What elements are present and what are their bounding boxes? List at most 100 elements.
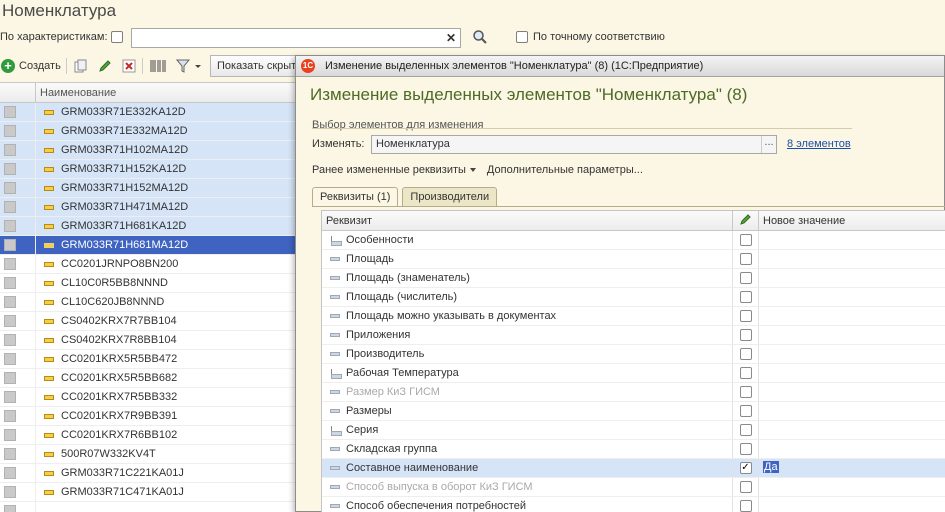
- copy-icon[interactable]: [73, 58, 89, 74]
- attribute-checkbox[interactable]: [739, 348, 752, 360]
- row-marker: [0, 349, 36, 369]
- new-value-cell[interactable]: [759, 345, 945, 363]
- attribute-row[interactable]: Размеры: [322, 402, 945, 421]
- elements-count-link[interactable]: 8 элементов: [787, 138, 851, 150]
- filter-checkbox[interactable]: [111, 31, 123, 43]
- list-row[interactable]: CS0402KRX7R8BB104: [0, 330, 300, 350]
- attribute-checkbox[interactable]: [739, 386, 752, 398]
- new-value-cell[interactable]: [759, 383, 945, 401]
- attribute-icon: [330, 295, 340, 299]
- new-value-cell[interactable]: [759, 440, 945, 458]
- new-value-cell[interactable]: [759, 231, 945, 249]
- show-hidden-button[interactable]: Показать скрыт: [210, 55, 300, 77]
- attribute-row[interactable]: Серия: [322, 421, 945, 440]
- list-header-name[interactable]: Наименование: [36, 83, 120, 102]
- new-value-cell[interactable]: Да: [759, 459, 945, 477]
- list-row[interactable]: [0, 501, 300, 512]
- filter-input[interactable]: ✕: [131, 28, 461, 48]
- item-icon: [44, 451, 54, 457]
- edit-column-header[interactable]: [733, 211, 759, 230]
- list-row[interactable]: GRM033R71E332KA12D: [0, 102, 300, 122]
- clear-icon[interactable]: ✕: [444, 31, 458, 45]
- filter-icon[interactable]: [175, 58, 203, 74]
- attribute-checkbox[interactable]: [739, 291, 752, 303]
- list-row[interactable]: GRM033R71H152KA12D: [0, 159, 300, 179]
- list-row[interactable]: CC0201KRX5R5BB682: [0, 368, 300, 388]
- choose-button[interactable]: ...: [761, 136, 776, 153]
- barcode-icon[interactable]: [150, 58, 166, 74]
- new-value-cell[interactable]: [759, 421, 945, 439]
- list-row[interactable]: GRM033R71E332MA12D: [0, 121, 300, 141]
- attribute-checkbox[interactable]: [739, 424, 752, 436]
- new-value-cell[interactable]: [759, 326, 945, 344]
- attribute-row[interactable]: Составное наименование ✓ Да: [322, 459, 945, 478]
- attribute-row[interactable]: Производитель: [322, 345, 945, 364]
- list-row[interactable]: CC0201JRNPO8BN200: [0, 254, 300, 274]
- attribute-checkbox[interactable]: ✓: [739, 462, 752, 474]
- attribute-row[interactable]: Размер КиЗ ГИСМ: [322, 383, 945, 402]
- new-value-column-header[interactable]: Новое значение: [759, 211, 945, 230]
- attribute-row[interactable]: Особенности: [322, 231, 945, 250]
- attribute-row[interactable]: Площадь: [322, 250, 945, 269]
- attribute-row[interactable]: Приложения: [322, 326, 945, 345]
- attribute-checkbox[interactable]: [739, 500, 752, 512]
- attribute-checkbox[interactable]: [739, 405, 752, 417]
- attribute-column-header[interactable]: Реквизит: [322, 211, 733, 230]
- new-value-cell[interactable]: [759, 269, 945, 287]
- change-object-field[interactable]: Номенклатура: [371, 135, 777, 154]
- attribute-row[interactable]: Способ выпуска в оборот КиЗ ГИСМ: [322, 478, 945, 497]
- attribute-checkbox[interactable]: [739, 367, 752, 379]
- new-value-cell[interactable]: [759, 364, 945, 382]
- attribute-checkbox[interactable]: [739, 253, 752, 265]
- exact-match-checkbox[interactable]: [516, 31, 528, 43]
- status-square-icon: [4, 315, 16, 327]
- changed-attributes-button[interactable]: Ранее измененные реквизиты: [312, 164, 477, 176]
- list-row[interactable]: CC0201KRX5R5BB472: [0, 349, 300, 369]
- attribute-row[interactable]: Складская группа: [322, 440, 945, 459]
- list-row[interactable]: 500R07W332KV4T: [0, 444, 300, 464]
- attribute-row[interactable]: Площадь (знаменатель): [322, 269, 945, 288]
- attribute-row[interactable]: Площадь можно указывать в документах: [322, 307, 945, 326]
- attribute-row[interactable]: Площадь (числитель): [322, 288, 945, 307]
- new-value-cell[interactable]: [759, 307, 945, 325]
- tab-attributes[interactable]: Реквизиты (1): [312, 187, 399, 207]
- dialog-titlebar[interactable]: 1С Изменение выделенных элементов "Номен…: [296, 56, 944, 77]
- attribute-checkbox[interactable]: [739, 310, 752, 322]
- list-row[interactable]: GRM033R71C221KA01J: [0, 463, 300, 483]
- row-marker: [0, 444, 36, 464]
- list-row[interactable]: GRM033R71H471MA12D: [0, 197, 300, 217]
- create-button[interactable]: + Создать: [1, 56, 61, 76]
- attribute-checkbox[interactable]: [739, 481, 752, 493]
- edit-icon[interactable]: [97, 58, 113, 74]
- list-row[interactable]: CC0201KRX7R6BB102: [0, 425, 300, 445]
- attribute-checkbox[interactable]: [739, 329, 752, 341]
- new-value-cell[interactable]: [759, 402, 945, 420]
- attribute-name: Складская группа: [346, 443, 438, 455]
- list-row[interactable]: GRM033R71H681KA12D: [0, 216, 300, 236]
- list-row[interactable]: CS0402KRX7R7BB104: [0, 311, 300, 331]
- attribute-checkbox[interactable]: [739, 234, 752, 246]
- list-row[interactable]: GRM033R71H102MA12D: [0, 140, 300, 160]
- list-row[interactable]: CC0201KRX7R5BB332: [0, 387, 300, 407]
- list-row[interactable]: GRM033R71H152MA12D: [0, 178, 300, 198]
- delete-icon[interactable]: [121, 58, 137, 74]
- new-value-cell[interactable]: [759, 288, 945, 306]
- list-row[interactable]: CC0201KRX7R9BB391: [0, 406, 300, 426]
- list-row[interactable]: CL10C0R5BB8NNND: [0, 273, 300, 293]
- list-row[interactable]: GRM033R71C471KA01J: [0, 482, 300, 502]
- attribute-check-cell: [733, 440, 759, 458]
- attribute-row[interactable]: Способ обеспечения потребностей: [322, 497, 945, 512]
- search-icon[interactable]: [472, 29, 488, 45]
- attribute-checkbox[interactable]: [739, 443, 752, 455]
- attribute-row[interactable]: Рабочая Температура: [322, 364, 945, 383]
- list-row[interactable]: CL10C620JB8NNND: [0, 292, 300, 312]
- new-value-cell[interactable]: [759, 497, 945, 512]
- list-row[interactable]: GRM033R71H681MA12D: [0, 235, 300, 255]
- new-value-cell[interactable]: [759, 478, 945, 496]
- row-marker: [0, 463, 36, 483]
- new-value-cell[interactable]: [759, 250, 945, 268]
- item-icon: [44, 394, 54, 400]
- extra-params-button[interactable]: Дополнительные параметры...: [487, 164, 643, 176]
- tab-manufacturers[interactable]: Производители: [402, 187, 498, 207]
- attribute-checkbox[interactable]: [739, 272, 752, 284]
